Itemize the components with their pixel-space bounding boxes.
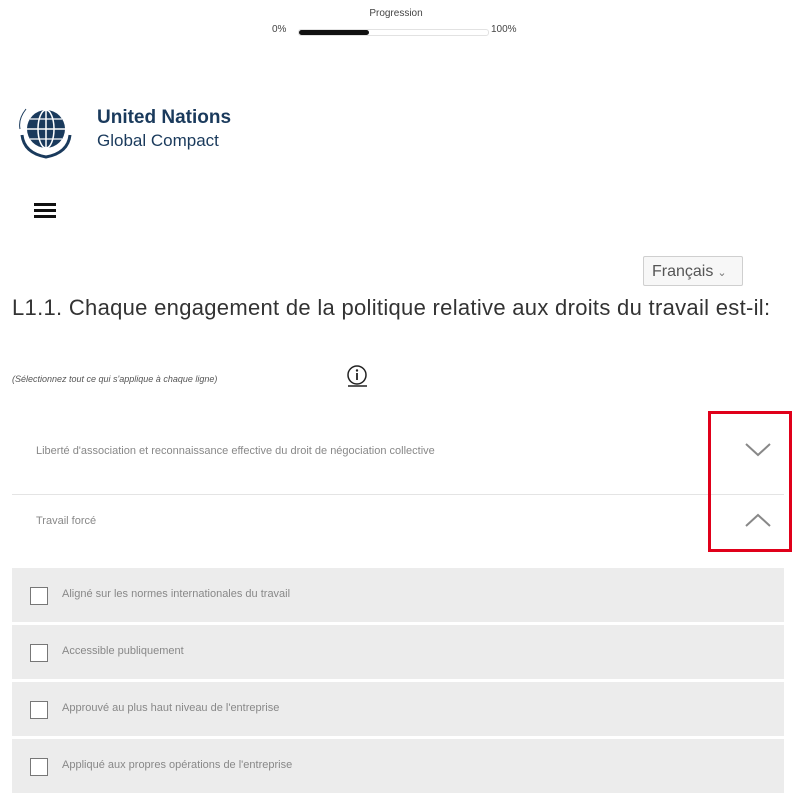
checkbox[interactable] bbox=[30, 587, 48, 605]
option-row[interactable]: Accessible publiquement bbox=[12, 624, 784, 679]
hamburger-icon[interactable] bbox=[34, 200, 56, 220]
progress-row: 0% 100% bbox=[0, 24, 792, 40]
option-row[interactable]: Appliqué aux propres opérations de l'ent… bbox=[12, 738, 784, 793]
chevron-down-icon: ⌄ bbox=[717, 267, 727, 279]
row-label: Travail forcé bbox=[36, 515, 97, 527]
progress-header: Progression bbox=[0, 8, 792, 19]
question-hint: (Sélectionnez tout ce qui s'applique à c… bbox=[12, 374, 218, 384]
checkbox[interactable] bbox=[30, 758, 48, 776]
un-emblem-icon bbox=[19, 108, 72, 159]
progress-title: Progression bbox=[369, 8, 423, 19]
info-icon[interactable] bbox=[345, 364, 369, 388]
un-global-compact-logo: United Nations Global Compact bbox=[12, 95, 262, 165]
row-label: Liberté d'association et reconnaissance … bbox=[36, 445, 435, 457]
logo-title: United Nations bbox=[97, 107, 232, 128]
option-label: Aligné sur les normes internationales du… bbox=[62, 588, 291, 600]
accordion-row-travail-force[interactable]: Travail forcé bbox=[12, 495, 784, 557]
option-label: Approuvé au plus haut niveau de l'entrep… bbox=[62, 702, 280, 714]
logo-subtitle: Global Compact bbox=[97, 131, 219, 150]
option-label: Appliqué aux propres opérations de l'ent… bbox=[62, 759, 293, 771]
checkbox[interactable] bbox=[30, 644, 48, 662]
option-label: Accessible publiquement bbox=[62, 645, 184, 657]
accordion-row-liberte[interactable]: Liberté d'association et reconnaissance … bbox=[12, 412, 784, 495]
menu-bar bbox=[34, 203, 56, 206]
menu-bar bbox=[34, 215, 56, 218]
option-row[interactable]: Aligné sur les normes internationales du… bbox=[12, 567, 784, 622]
highlight-box bbox=[708, 411, 792, 552]
menu-bar bbox=[34, 209, 56, 212]
language-selected: Français bbox=[652, 263, 714, 280]
language-select[interactable]: Français ⌄ bbox=[643, 256, 743, 286]
progress-max-label: 100% bbox=[491, 24, 517, 35]
progress-fill bbox=[299, 30, 369, 35]
progress-min-label: 0% bbox=[272, 24, 287, 35]
checkbox[interactable] bbox=[30, 701, 48, 719]
option-row[interactable]: Approuvé au plus haut niveau de l'entrep… bbox=[12, 681, 784, 736]
progress-bar bbox=[298, 29, 489, 36]
question-title: L1.1. Chaque engagement de la politique … bbox=[12, 295, 771, 320]
